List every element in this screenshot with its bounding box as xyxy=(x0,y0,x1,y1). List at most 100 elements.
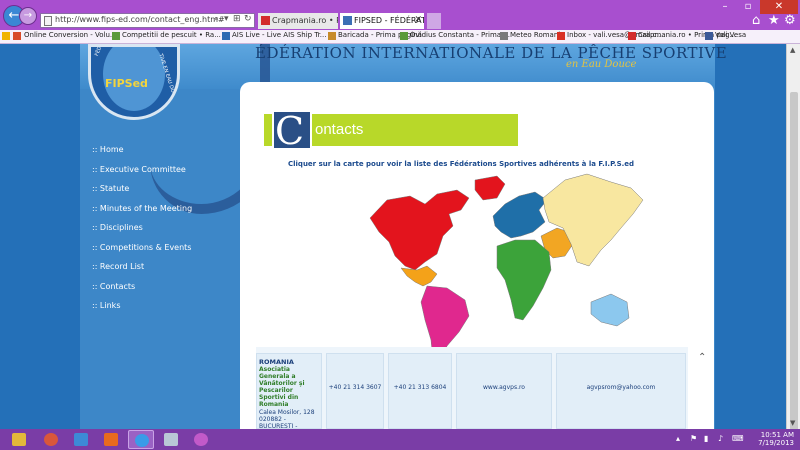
page-scrollbar[interactable]: ▲ ▼ xyxy=(786,44,800,442)
menu-item-record-list[interactable]: :: Record List xyxy=(92,262,232,282)
tab-crapmania[interactable]: Crapmania.ro • Prima p... xyxy=(258,13,338,29)
site-header-tagline: en Eau Douce xyxy=(566,59,637,70)
taskbar-calculator[interactable] xyxy=(158,430,184,449)
menu-item-links[interactable]: :: Links xyxy=(92,301,232,321)
table-scroll-up-icon[interactable]: ⌃ xyxy=(698,352,706,363)
favorite-ais-live[interactable]: AIS Live - Live AIS Ship Tr... xyxy=(222,31,326,40)
refresh-icon[interactable]: ↻ xyxy=(244,14,252,24)
world-map[interactable] xyxy=(365,170,645,370)
favorites-star-icon[interactable]: ★ xyxy=(768,13,780,28)
map-region-north-america[interactable] xyxy=(369,189,470,271)
site-header-title: ÉDÉRATION INTERNATIONALE DE LA PÊCHE SPO… xyxy=(255,44,728,62)
title-text: ontacts xyxy=(315,121,364,138)
calculator-icon xyxy=(164,433,178,446)
taskbar: ▴ ⚑ ▮ ♪ ⌨ 10:51 AM 7/19/2013 xyxy=(0,429,800,450)
search-icon[interactable]: ⌕ xyxy=(214,14,219,24)
favorite-competitii[interactable]: Competitii de pescuit • Ra... xyxy=(112,31,221,40)
page-title: C ontacts xyxy=(264,109,518,153)
compatibility-icon[interactable]: ⊞ xyxy=(233,14,241,24)
maximize-button[interactable]: ▫ xyxy=(737,0,759,14)
table-cell-federation: ROMANIA Asociatia Generala a Vânătorilor… xyxy=(256,353,322,429)
menu-item-executive-committee[interactable]: :: Executive Committee xyxy=(92,165,232,185)
taskbar-clock[interactable]: 10:51 AM 7/19/2013 xyxy=(752,431,794,447)
scroll-up-arrow-icon[interactable]: ▲ xyxy=(790,46,795,54)
gear-icon[interactable]: ⚙ xyxy=(784,13,796,28)
map-caption: Cliquer sur la carte pour voir la liste … xyxy=(288,160,635,168)
folder-icon xyxy=(12,433,26,446)
site-favicon xyxy=(400,32,408,40)
clock-date: 7/19/2013 xyxy=(758,439,794,447)
map-region-africa[interactable] xyxy=(496,239,552,321)
address-url[interactable]: http://www.fips-ed.com/contact_eng.htm# xyxy=(55,15,225,24)
map-region-central-america[interactable] xyxy=(400,265,438,287)
menu-item-statute[interactable]: :: Statute xyxy=(92,184,232,204)
star-add-icon xyxy=(2,32,10,40)
minimize-button[interactable]: – xyxy=(714,0,736,14)
site-favicon xyxy=(628,32,636,40)
close-tab-icon[interactable]: ✕ xyxy=(414,13,422,28)
browser-titlebar: ← → http://www.fips-ed.com/contact_eng.h… xyxy=(0,0,800,30)
table-cell-fax: +40 21 313 6804 xyxy=(388,353,452,429)
favorite-facebook[interactable]: Vali Vesa xyxy=(705,31,746,40)
site-favicon xyxy=(500,32,508,40)
forward-button[interactable]: → xyxy=(19,7,37,25)
favorite-online-conversion[interactable]: Online Conversion - Volu... xyxy=(2,31,117,40)
taskbar-file-explorer[interactable] xyxy=(6,430,32,449)
association-name: Asociatia Generala a Vânătorilor şi Pesc… xyxy=(259,366,305,408)
tray-volume-icon[interactable]: ♪ xyxy=(718,434,723,443)
table-cell-phone: +40 21 314 3607 xyxy=(326,353,384,429)
logo-text: FIPSed xyxy=(105,77,148,90)
forward-arrow-icon: → xyxy=(23,10,33,21)
taskbar-office[interactable] xyxy=(98,430,124,449)
email-link[interactable]: agvpsrom@yahoo.com xyxy=(557,384,685,391)
menu-item-minutes[interactable]: :: Minutes of the Meeting xyxy=(92,204,232,224)
address-bar[interactable]: http://www.fips-ed.com/contact_eng.htm# … xyxy=(40,13,255,28)
tray-expand-icon[interactable]: ▴ xyxy=(676,434,680,443)
menu-item-contacts[interactable]: :: Contacts xyxy=(92,282,232,302)
taskbar-internet-explorer[interactable] xyxy=(128,430,154,449)
crapmania-favicon xyxy=(261,16,270,25)
taskbar-paint[interactable] xyxy=(38,430,64,449)
site-favicon xyxy=(328,32,336,40)
content-panel: C ontacts Cliquer sur la carte pour voir… xyxy=(240,82,714,429)
sidebar-menu: :: Home :: Executive Committee :: Statut… xyxy=(92,145,232,321)
scrollbar-thumb[interactable] xyxy=(790,92,798,442)
menu-item-disciplines[interactable]: :: Disciplines xyxy=(92,223,232,243)
clock-time: 10:51 AM xyxy=(760,431,794,439)
table-cell-website: www.agvps.ro xyxy=(456,353,552,429)
network-icon xyxy=(74,433,88,446)
tab-fipsed[interactable]: FIPSED - FÉDÉRATIO... ✕ xyxy=(340,13,424,29)
home-icon[interactable]: ⌂ xyxy=(752,13,760,28)
web-page: ÉDÉRATION INTERNATIONALE DE LA PÊCHE SPO… xyxy=(0,44,786,429)
taskbar-app[interactable] xyxy=(188,430,214,449)
back-arrow-icon: ← xyxy=(8,8,20,23)
internet-explorer-icon xyxy=(135,434,149,447)
favorites-bar: Online Conversion - Volu... Competitii d… xyxy=(0,30,800,44)
tray-keyboard-icon[interactable]: ⌨ xyxy=(732,434,744,443)
site-favicon xyxy=(112,32,120,40)
dropdown-icon[interactable]: ▾ xyxy=(224,14,229,24)
tray-network-icon[interactable]: ▮ xyxy=(704,434,708,443)
menu-item-competitions[interactable]: :: Competitions & Events xyxy=(92,243,232,263)
map-region-greenland[interactable] xyxy=(474,175,506,201)
map-region-europe[interactable] xyxy=(492,191,548,239)
title-initial: C xyxy=(275,109,305,153)
tray-flag-icon[interactable]: ⚑ xyxy=(690,434,697,443)
taskbar-network[interactable] xyxy=(68,430,94,449)
association-address: Calea Mosilor, 128 020882 - BUCURESTI - … xyxy=(259,409,315,429)
office-icon xyxy=(104,433,118,446)
favorite-meteo[interactable]: Meteo Romania xyxy=(500,31,565,40)
menu-item-home[interactable]: :: Home xyxy=(92,145,232,165)
website-link[interactable]: www.agvps.ro xyxy=(457,384,551,391)
fax-number: +40 21 313 6804 xyxy=(393,384,447,391)
close-window-button[interactable]: ✕ xyxy=(760,0,798,14)
country-name: ROMANIA xyxy=(259,358,294,366)
facebook-icon xyxy=(705,32,713,40)
map-region-oceania[interactable] xyxy=(590,293,630,327)
table-cell-email: agvpsrom@yahoo.com xyxy=(556,353,686,429)
site-favicon xyxy=(222,32,230,40)
scroll-down-arrow-icon[interactable]: ▼ xyxy=(790,419,795,427)
gmail-icon xyxy=(557,32,565,40)
favorite-ovidius[interactable]: Ovidius Constanta - Prima ... xyxy=(400,31,510,40)
new-tab-button[interactable] xyxy=(427,13,441,29)
